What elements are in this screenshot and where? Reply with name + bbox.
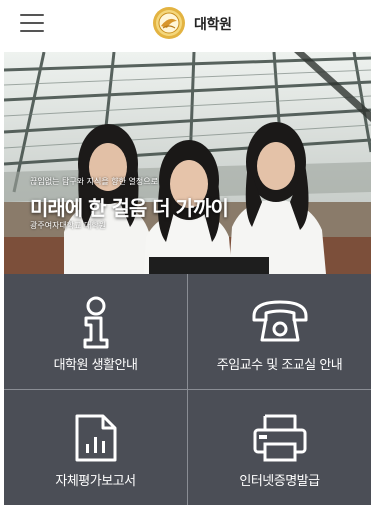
site-title[interactable]: 대학원 (194, 14, 232, 34)
tile-graduate-life-guide[interactable]: 대학원 생활안내 (4, 274, 187, 389)
tile-label: 대학원 생활안내 (53, 358, 138, 373)
info-icon (83, 296, 108, 349)
hero-subtitle: 끊임없는 탐구와 지식을 향한 열정으로 (30, 177, 158, 186)
grid-divider-horizontal (4, 389, 371, 390)
tile-internet-certificate[interactable]: 인터넷증명발급 (188, 390, 371, 505)
tile-label: 주임교수 및 조교실 안내 (216, 358, 343, 373)
telephone-icon (252, 300, 307, 342)
header: 대학원 (0, 0, 375, 46)
report-chart-icon (75, 414, 116, 462)
tile-label: 자체평가보고서 (55, 474, 136, 489)
tile-self-evaluation-report[interactable]: 자체평가보고서 (4, 390, 187, 505)
tile-label: 인터넷증명발급 (239, 474, 320, 489)
hero-headline: 미래에 한 걸음 더 가까이 (30, 196, 229, 220)
university-seal-icon[interactable] (151, 6, 187, 40)
hero-university-name: 광주여자대학교 대학원 (30, 221, 107, 230)
tile-professor-office-guide[interactable]: 주임교수 및 조교실 안내 (188, 274, 371, 389)
hero-banner: 끊임없는 탐구와 지식을 향한 열정으로 미래에 한 걸음 더 가까이 광주여자… (4, 52, 371, 274)
hero-photo (4, 52, 371, 274)
printer-icon (253, 414, 306, 462)
hamburger-menu-icon[interactable] (20, 13, 44, 33)
